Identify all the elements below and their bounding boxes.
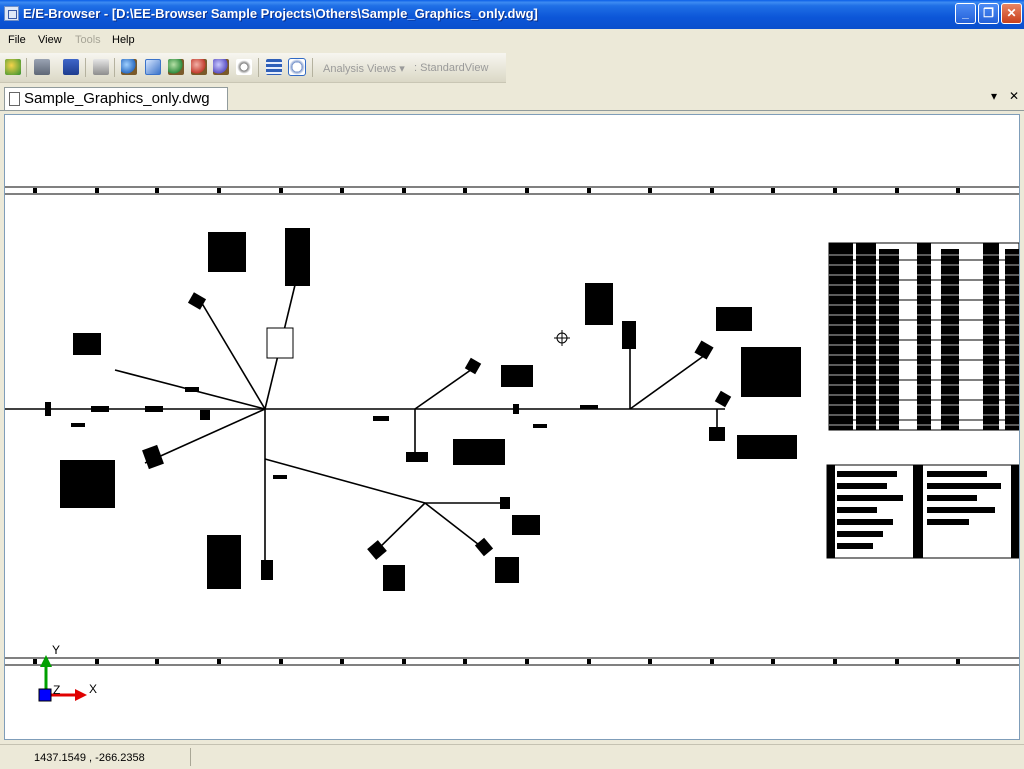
standard-view-label[interactable]: : StandardView <box>414 62 488 74</box>
wire-harness <box>5 284 725 577</box>
component-block <box>285 228 310 286</box>
ucs-z-box <box>38 688 52 702</box>
component-block <box>73 333 101 355</box>
component-block <box>60 460 115 508</box>
zoom-in-icon[interactable] <box>168 59 184 75</box>
save-icon[interactable] <box>34 59 50 75</box>
document-tab[interactable]: Sample_Graphics_only.dwg <box>4 87 228 110</box>
component-block <box>207 535 241 589</box>
zoom-previous-icon[interactable] <box>213 59 229 75</box>
menu-tools[interactable]: Tools <box>75 34 101 46</box>
drawing-viewport[interactable]: Y Z X <box>4 114 1020 740</box>
analysis-views-label: Analysis Views <box>323 63 397 75</box>
component-block <box>71 423 85 427</box>
component-block <box>501 365 533 387</box>
document-tab-strip: Sample_Graphics_only.dwg ▾ ✕ <box>0 85 1024 111</box>
regen-icon[interactable] <box>288 58 306 76</box>
axis-label-y: Y <box>52 643 60 657</box>
menu-help[interactable]: Help <box>112 34 135 46</box>
zoom-out-icon[interactable] <box>191 59 207 75</box>
connector-symbols <box>45 292 732 580</box>
pan-icon[interactable] <box>236 59 252 75</box>
toolbar-separator <box>312 58 313 77</box>
minimize-button[interactable]: _ <box>955 3 976 24</box>
cursor-coordinates: 1437.1549 , -266.2358 <box>34 752 145 764</box>
toolbar: Analysis Views ▾ : StandardView <box>0 53 506 83</box>
ucs-y-arrow <box>40 655 52 667</box>
frame-ticks <box>33 188 960 664</box>
component-block <box>383 565 405 591</box>
component-block <box>373 416 389 421</box>
component-block <box>585 283 613 325</box>
axis-label-x: X <box>89 682 97 696</box>
zoom-extents-icon[interactable] <box>145 59 161 75</box>
app-icon[interactable] <box>4 6 19 21</box>
document-tab-label: Sample_Graphics_only.dwg <box>24 90 210 107</box>
ucs-icon: Y Z X <box>38 643 97 702</box>
title-bar: E/E-Browser - [D:\EE-Browser Sample Proj… <box>0 0 1024 29</box>
axis-label-z: Z <box>53 683 60 697</box>
toolbar-separator <box>258 58 259 77</box>
tab-close-button[interactable]: ✕ <box>1009 89 1019 103</box>
component-block <box>737 435 797 459</box>
zoom-icon[interactable] <box>121 59 137 75</box>
open-icon[interactable] <box>5 59 21 75</box>
status-bar: 1437.1549 , -266.2358 <box>0 744 1024 769</box>
component-block <box>716 307 752 331</box>
toolbar-separator <box>114 58 115 77</box>
component-block <box>533 424 547 428</box>
layers-icon[interactable] <box>266 59 282 75</box>
drawing-canvas: Y Z X <box>5 186 1019 702</box>
save-all-icon[interactable] <box>63 59 79 75</box>
tab-list-dropdown[interactable]: ▾ <box>991 89 997 103</box>
component-block <box>208 232 246 272</box>
restore-button[interactable]: ❐ <box>978 3 999 24</box>
connector-table-1 <box>828 242 1019 431</box>
print-icon[interactable] <box>93 59 109 75</box>
close-button[interactable]: ✕ <box>1001 3 1022 24</box>
analysis-views-dropdown[interactable]: Analysis Views ▾ <box>323 62 405 75</box>
window-title: E/E-Browser - [D:\EE-Browser Sample Proj… <box>23 6 538 21</box>
document-icon <box>9 92 20 106</box>
menu-file[interactable]: File <box>8 34 26 46</box>
menu-bar: File View Tools Help <box>0 29 1024 51</box>
component-block <box>495 557 519 583</box>
component-block <box>741 347 801 397</box>
component-block <box>512 515 540 535</box>
component-block <box>453 439 505 465</box>
menu-view[interactable]: View <box>38 34 62 46</box>
crosshair-cursor <box>554 330 570 346</box>
toolbar-separator <box>85 58 86 77</box>
toolbar-separator <box>26 58 27 77</box>
component-block <box>273 475 287 479</box>
connector-table-2 <box>826 464 1019 559</box>
status-divider <box>190 748 191 766</box>
ucs-x-arrow <box>75 689 87 701</box>
standard-view-text: StandardView <box>420 62 489 74</box>
